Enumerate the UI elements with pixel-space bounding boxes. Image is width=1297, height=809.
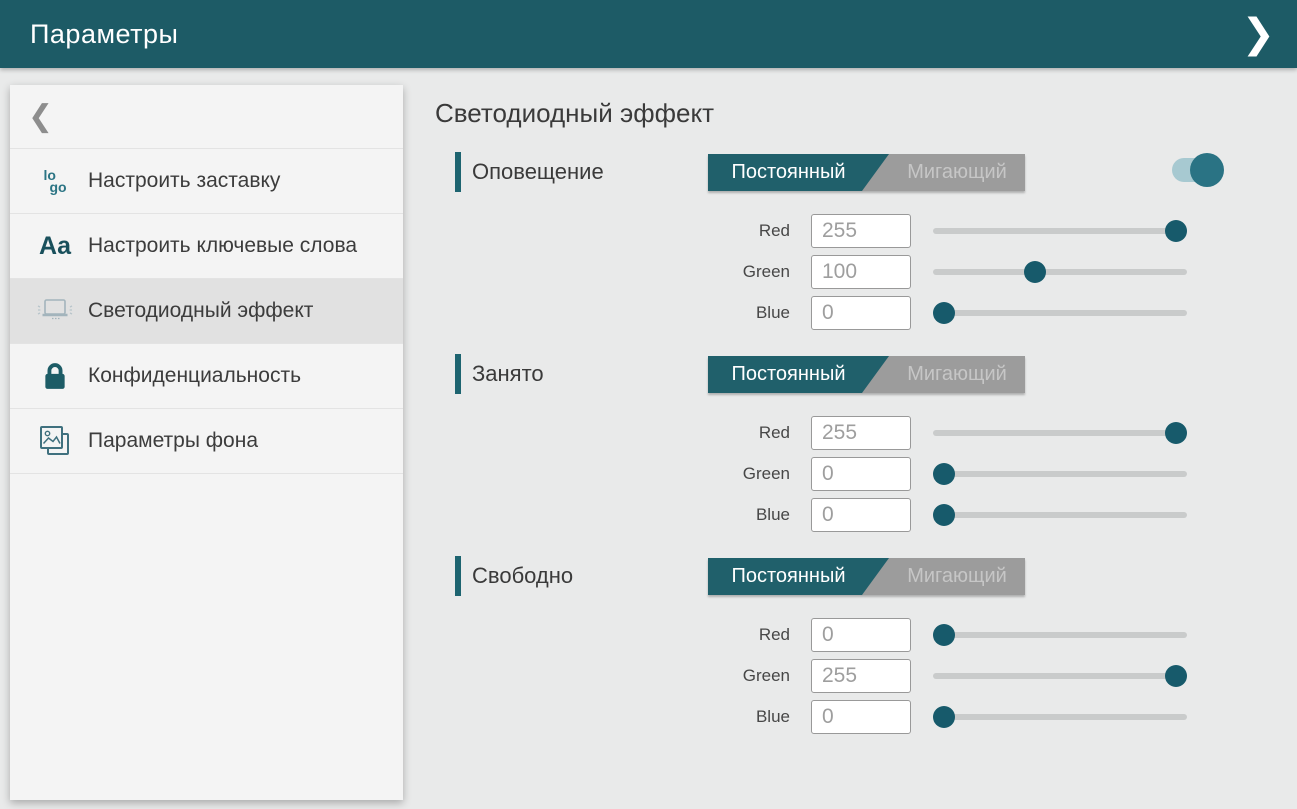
blue-value-input[interactable] [811,700,911,734]
green-label: Green [435,666,790,686]
led-section-busy: Занято Постоянный Мигающий Red Green Blu… [435,354,1297,532]
slider-track [933,632,1187,638]
slider-thumb[interactable] [933,463,955,485]
forward-chevron-icon[interactable]: ❯ [1241,14,1275,54]
green-value-input[interactable] [811,255,911,289]
slider-track [933,673,1187,679]
rgb-row-blue: Blue [435,498,1297,532]
red-value-input[interactable] [811,214,911,248]
mode-option-constant[interactable]: Постоянный [708,558,889,595]
sidebar-item-label: Параметры фона [88,428,258,454]
blue-value-input[interactable] [811,498,911,532]
red-value-input[interactable] [811,618,911,652]
keywords-aa-icon: Aa [34,232,76,261]
sidebar-item-led-effect[interactable]: Светодиодный эффект [10,279,403,344]
mode-segmented-control: Постоянный Мигающий [708,356,1025,393]
slider-thumb[interactable] [1024,261,1046,283]
mode-segmented-control: Постоянный Мигающий [708,154,1025,191]
red-slider[interactable] [933,422,1187,444]
page-title: Параметры [30,19,178,50]
rgb-row-red: Red [435,618,1297,652]
panel-title: Светодиодный эффект [435,98,1297,132]
section-title: Оповещение [472,159,604,185]
blue-value-input[interactable] [811,296,911,330]
led-section-free: Свободно Постоянный Мигающий Red Green B… [435,556,1297,734]
red-slider[interactable] [933,624,1187,646]
slider-thumb[interactable] [1165,665,1187,687]
blue-label: Blue [435,707,790,727]
rgb-row-green: Green [435,457,1297,491]
slider-thumb[interactable] [933,504,955,526]
green-label: Green [435,464,790,484]
lock-icon [34,361,76,391]
red-label: Red [435,625,790,645]
mode-option-constant[interactable]: Постоянный [708,154,889,191]
mode-segmented-control: Постоянный Мигающий [708,558,1025,595]
slider-track [933,269,1187,275]
blue-label: Blue [435,505,790,525]
sidebar-item-label: Светодиодный эффект [88,298,313,324]
app-header: Параметры ❯ [0,0,1297,68]
section-title: Свободно [472,563,573,589]
back-chevron-icon: ❮ [28,102,53,132]
logo-text-icon: logo [34,169,76,193]
section-title: Занято [472,361,544,387]
blue-slider[interactable] [933,504,1187,526]
red-label: Red [435,221,790,241]
slider-track [933,430,1187,436]
slider-thumb[interactable] [933,302,955,324]
slider-track [933,714,1187,720]
background-image-icon [34,424,76,458]
sidebar-item-keywords[interactable]: Aa Настроить ключевые слова [10,214,403,279]
settings-sidebar: ❮ logo Настроить заставку Aa Настроить к… [10,85,403,800]
mode-option-blinking[interactable]: Мигающий [889,356,1025,393]
led-section-notification: Оповещение Постоянный Мигающий Red Green [435,152,1297,330]
green-value-input[interactable] [811,457,911,491]
section-accent-bar [455,152,461,192]
green-slider[interactable] [933,261,1187,283]
green-value-input[interactable] [811,659,911,693]
mode-option-constant[interactable]: Постоянный [708,356,889,393]
toggle-thumb [1190,153,1224,187]
slider-thumb[interactable] [1165,422,1187,444]
slider-thumb[interactable] [933,706,955,728]
red-label: Red [435,423,790,443]
sidebar-item-label: Настроить заставку [88,168,280,194]
sidebar-item-background[interactable]: Параметры фона [10,409,403,474]
slider-track [933,512,1187,518]
led-display-icon [34,295,76,327]
green-label: Green [435,262,790,282]
slider-track [933,471,1187,477]
rgb-row-blue: Blue [435,700,1297,734]
sidebar-collapse-button[interactable]: ❮ [10,85,403,149]
rgb-row-green: Green [435,255,1297,289]
sidebar-item-label: Конфиденциальность [88,363,301,389]
rgb-row-green: Green [435,659,1297,693]
slider-thumb[interactable] [933,624,955,646]
blue-slider[interactable] [933,706,1187,728]
slider-thumb[interactable] [1165,220,1187,242]
slider-track [933,228,1187,234]
sidebar-item-label: Настроить ключевые слова [88,233,357,259]
rgb-row-red: Red [435,214,1297,248]
green-slider[interactable] [933,463,1187,485]
blue-slider[interactable] [933,302,1187,324]
mode-option-blinking[interactable]: Мигающий [889,154,1025,191]
red-slider[interactable] [933,220,1187,242]
section-accent-bar [455,556,461,596]
sidebar-item-screensaver[interactable]: logo Настроить заставку [10,149,403,214]
notification-enabled-toggle[interactable] [1172,153,1224,187]
sidebar-item-privacy[interactable]: Конфиденциальность [10,344,403,409]
mode-option-blinking[interactable]: Мигающий [889,558,1025,595]
led-effect-panel: Светодиодный эффект Оповещение Постоянны… [435,68,1297,809]
section-accent-bar [455,354,461,394]
red-value-input[interactable] [811,416,911,450]
rgb-row-red: Red [435,416,1297,450]
blue-label: Blue [435,303,790,323]
green-slider[interactable] [933,665,1187,687]
slider-track [933,310,1187,316]
rgb-row-blue: Blue [435,296,1297,330]
